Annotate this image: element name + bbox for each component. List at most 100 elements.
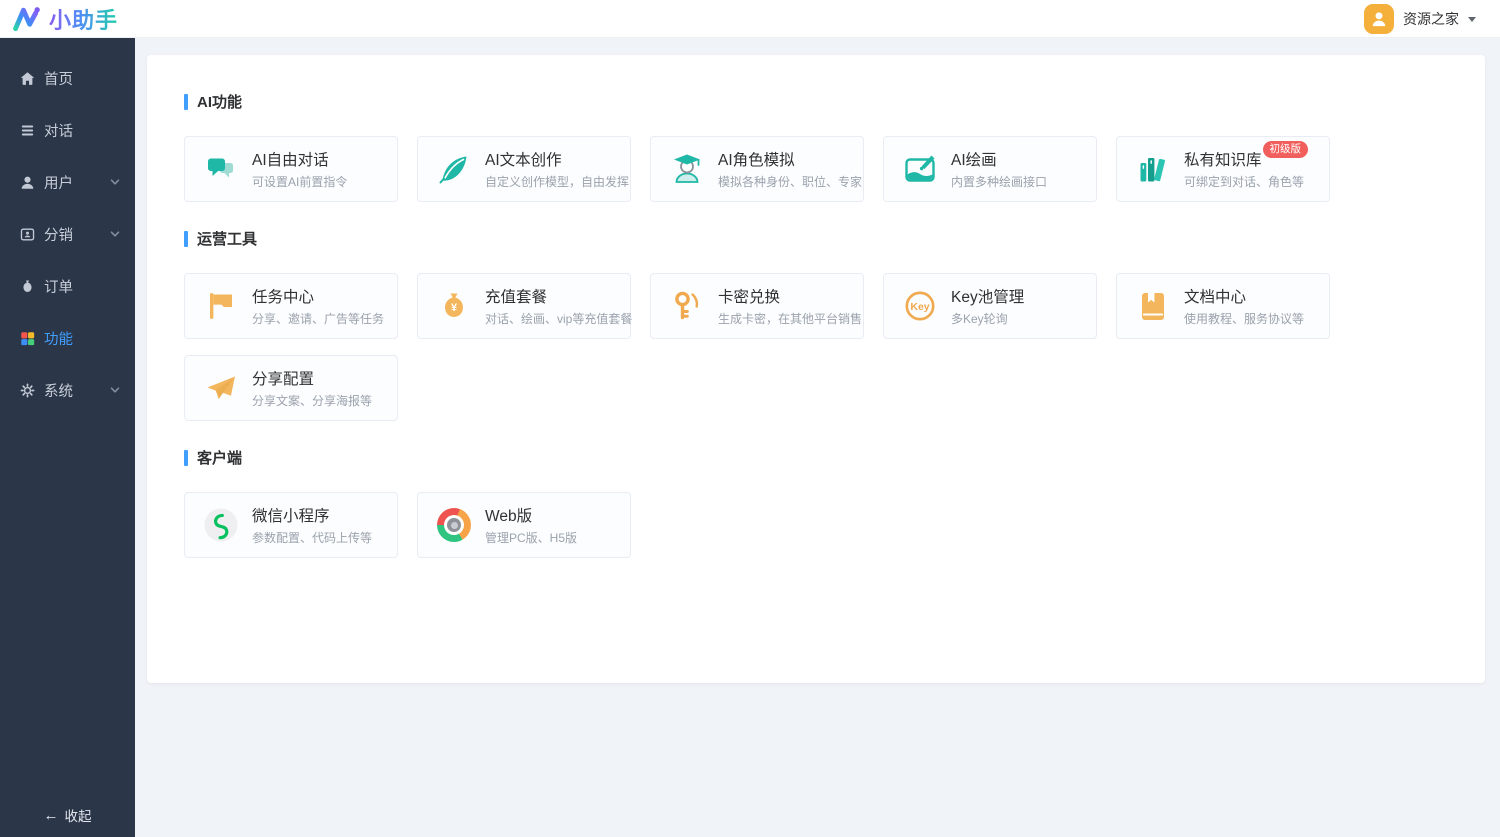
sidebar-item-users[interactable]: 用户 — [0, 156, 135, 208]
moneybag-icon: ¥ — [436, 288, 472, 324]
card-badge: 初级版 — [1263, 141, 1309, 158]
chat-bubbles-icon — [203, 151, 239, 187]
card-subtitle: 使用教程、服务协议等 — [1184, 310, 1304, 327]
sidebar-item-label: 首页 — [44, 68, 73, 89]
sidebar-item-label: 功能 — [44, 328, 73, 349]
chevron-down-icon — [109, 228, 121, 240]
card-title: 私有知识库 — [1184, 148, 1262, 170]
card-title: AI绘画 — [951, 148, 997, 170]
card-title-row: AI绘画 — [951, 148, 1047, 170]
chrome-icon — [436, 507, 472, 543]
card-text: 微信小程序参数配置、代码上传等 — [252, 504, 372, 546]
home-icon — [19, 70, 36, 87]
card-ai-role-simulation[interactable]: AI角色模拟模拟各种身份、职位、专家 — [650, 136, 864, 202]
card-title-row: 文档中心 — [1184, 285, 1304, 307]
card-text: AI角色模拟模拟各种身份、职位、专家 — [718, 148, 855, 190]
card-title-row: 任务中心 — [252, 285, 384, 307]
avatar — [1364, 4, 1394, 34]
card-title-row: AI自由对话 — [252, 148, 347, 170]
section-title: AI功能 — [184, 91, 1448, 112]
feather-icon — [436, 151, 472, 187]
app-logo[interactable]: 小助手 — [0, 3, 118, 35]
section-ai-features: AI功能 AI自由对话可设置AI前置指令 AI文本创作自定义创作模型，自由发挥 AI角… — [184, 91, 1448, 202]
card-share-config[interactable]: 分享配置分享文案、分享海报等 — [184, 355, 398, 421]
flag-icon — [203, 288, 239, 324]
section-title-accent-bar — [184, 450, 188, 466]
card-text: 卡密兑换生成卡密，在其他平台销售 — [718, 285, 855, 327]
card-subtitle: 多Key轮询 — [951, 310, 1024, 327]
section-title: 运营工具 — [184, 228, 1448, 249]
card-ai-drawing[interactable]: AI绘画内置多种绘画接口 — [883, 136, 1097, 202]
user-icon — [19, 174, 36, 191]
person-icon — [1369, 9, 1389, 29]
user-menu[interactable]: 资源之家 — [1364, 4, 1500, 34]
card-subtitle: 可绑定到对话、角色等 — [1184, 173, 1308, 190]
card-card-key-redeem[interactable]: 卡密兑换生成卡密，在其他平台销售 — [650, 273, 864, 339]
card-ai-free-chat[interactable]: AI自由对话可设置AI前置指令 — [184, 136, 398, 202]
sidebar-item-chat[interactable]: 对话 — [0, 104, 135, 156]
card-task-center[interactable]: 任务中心分享、邀请、广告等任务 — [184, 273, 398, 339]
card-title: 卡密兑换 — [718, 285, 780, 307]
sidebar-item-system[interactable]: 系统 — [0, 364, 135, 416]
card-subtitle: 内置多种绘画接口 — [951, 173, 1047, 190]
section-clients: 客户端微信小程序参数配置、代码上传等 Web版管理PC版、H5版 — [184, 447, 1448, 558]
sidebar-item-features[interactable]: 功能 — [0, 312, 135, 364]
card-subtitle: 分享、邀请、广告等任务 — [252, 310, 384, 327]
card-private-knowledge-base[interactable]: 私有知识库初级版可绑定到对话、角色等 — [1116, 136, 1330, 202]
section-title-accent-bar — [184, 94, 188, 110]
card-title-row: 分享配置 — [252, 367, 372, 389]
card-web-version[interactable]: Web版管理PC版、H5版 — [417, 492, 631, 558]
content-panel: AI功能 AI自由对话可设置AI前置指令 AI文本创作自定义创作模型，自由发挥 AI角… — [147, 55, 1485, 683]
card-text: 充值套餐对话、绘画、vip等充值套餐 — [485, 285, 622, 327]
section-operation-tools: 运营工具任务中心分享、邀请、广告等任务 ¥ 充值套餐对话、绘画、vip等充值套餐 卡密… — [184, 228, 1448, 421]
section-title: 客户端 — [184, 447, 1448, 468]
card-grid: 任务中心分享、邀请、广告等任务 ¥ 充值套餐对话、绘画、vip等充值套餐 卡密兑换生成… — [184, 273, 1448, 421]
sidebar-collapse-button[interactable]: ← 收起 — [0, 793, 135, 837]
card-text: 私有知识库初级版可绑定到对话、角色等 — [1184, 148, 1308, 190]
card-title: AI自由对话 — [252, 148, 329, 170]
chevron-down-icon — [109, 384, 121, 396]
sidebar-item-orders[interactable]: 订单 — [0, 260, 135, 312]
section-title-text: 运营工具 — [197, 228, 257, 249]
card-text: 分享配置分享文案、分享海报等 — [252, 367, 372, 409]
distribution-icon — [19, 226, 36, 243]
card-grid: AI自由对话可设置AI前置指令 AI文本创作自定义创作模型，自由发挥 AI角色模拟模… — [184, 136, 1448, 202]
card-title: 文档中心 — [1184, 285, 1246, 307]
card-title: AI角色模拟 — [718, 148, 795, 170]
card-title: 充值套餐 — [485, 285, 547, 307]
card-text: AI绘画内置多种绘画接口 — [951, 148, 1047, 190]
gear-icon — [19, 382, 36, 399]
card-subtitle: 生成卡密，在其他平台销售 — [718, 310, 855, 327]
app-header: 小助手 资源之家 — [0, 0, 1500, 38]
sidebar-item-distribution[interactable]: 分销 — [0, 208, 135, 260]
section-title-text: AI功能 — [197, 91, 242, 112]
user-name: 资源之家 — [1403, 9, 1459, 29]
sidebar-item-home[interactable]: 首页 — [0, 52, 135, 104]
svg-text:¥: ¥ — [451, 302, 458, 314]
caret-down-icon — [1468, 17, 1476, 22]
key-icon — [669, 288, 705, 324]
order-icon — [19, 278, 36, 295]
sidebar-item-label: 系统 — [44, 380, 73, 401]
sidebar: 首页对话用户分销订单功能系统 ← 收起 — [0, 38, 135, 837]
card-doc-center[interactable]: 文档中心使用教程、服务协议等 — [1116, 273, 1330, 339]
sidebar-item-label: 分销 — [44, 224, 73, 245]
sidebar-item-label: 用户 — [44, 172, 73, 193]
card-wechat-miniprogram[interactable]: 微信小程序参数配置、代码上传等 — [184, 492, 398, 558]
collapse-label: 收起 — [65, 805, 92, 825]
card-subtitle: 分享文案、分享海报等 — [252, 392, 372, 409]
card-title-row: AI角色模拟 — [718, 148, 855, 170]
card-text: Key池管理多Key轮询 — [951, 285, 1024, 327]
card-text: 任务中心分享、邀请、广告等任务 — [252, 285, 384, 327]
graduate-icon — [669, 151, 705, 187]
app-logo-mark-icon — [12, 4, 42, 34]
card-subtitle: 参数配置、代码上传等 — [252, 529, 372, 546]
card-title-row: Web版 — [485, 504, 577, 526]
card-ai-text-creation[interactable]: AI文本创作自定义创作模型，自由发挥 — [417, 136, 631, 202]
sidebar-item-label: 对话 — [44, 120, 73, 141]
section-title-accent-bar — [184, 231, 188, 247]
card-subtitle: 可设置AI前置指令 — [252, 173, 347, 190]
card-recharge-packages[interactable]: ¥ 充值套餐对话、绘画、vip等充值套餐 — [417, 273, 631, 339]
card-key-pool-management[interactable]: KeyKey池管理多Key轮询 — [883, 273, 1097, 339]
paint-icon — [902, 151, 938, 187]
